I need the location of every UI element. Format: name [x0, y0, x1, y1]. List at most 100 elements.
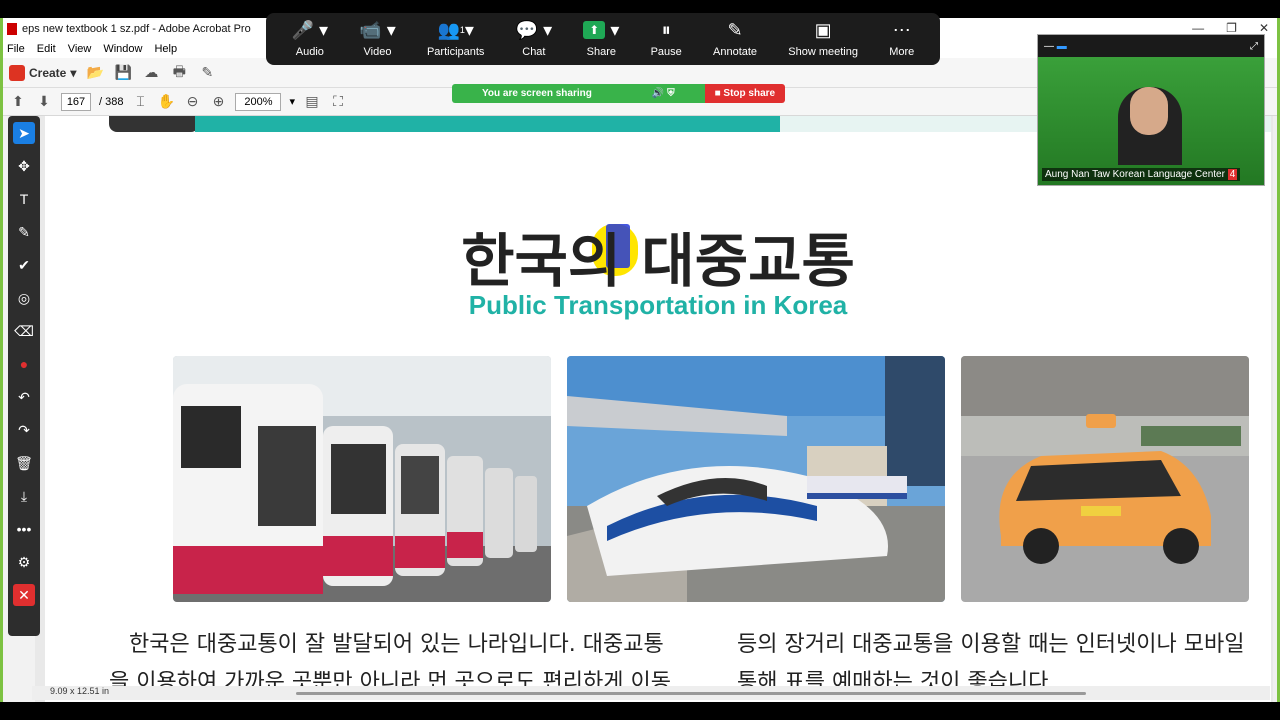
header-bar-teal: [195, 116, 780, 132]
minimize-button[interactable]: —: [1192, 21, 1204, 35]
pdf-icon: [7, 23, 17, 35]
vertical-scrollbar[interactable]: [1273, 116, 1277, 702]
create-button[interactable]: Create ▾: [9, 64, 77, 81]
create-icon: [9, 64, 25, 81]
english-title: Public Transportation in Korea: [468, 290, 848, 320]
body-text-right-1: 등의 장거리 대중교통을 이용할 때는 인터넷이나 모바일: [737, 632, 1245, 657]
show-meeting-button[interactable]: ▣ Show meeting: [788, 20, 858, 59]
bus-photo: [173, 356, 551, 602]
checkmark-icon[interactable]: ✔: [13, 254, 35, 276]
text-tool-icon[interactable]: T: [13, 188, 35, 210]
select-arrow-icon[interactable]: ➤: [13, 122, 35, 144]
participants-count: 1: [459, 25, 465, 35]
maximize-button[interactable]: ❐: [1226, 21, 1237, 35]
korean-title: 한국의 대중교통: [461, 227, 855, 295]
annotate-label: Annotate: [713, 46, 758, 58]
minimize-video-icon[interactable]: — ▬: [1044, 41, 1067, 52]
annotate-button[interactable]: ✎ Annotate: [713, 19, 758, 59]
show-meeting-label: Show meeting: [788, 46, 858, 58]
hand-tool-icon[interactable]: ✋: [157, 93, 175, 111]
video-feed: Aung Nan Taw Korean Language Center 4: [1038, 57, 1264, 185]
taxi-photo: [961, 356, 1249, 602]
previous-page-icon[interactable]: ⬆: [9, 93, 27, 111]
share-button[interactable]: ⬆ ▾ Share: [583, 20, 619, 58]
video-label: Video: [363, 46, 392, 58]
participants-button[interactable]: 👥 1 ▾ Participants: [426, 19, 485, 59]
page-size-label: 9.09 x 12.51 in: [50, 686, 110, 696]
stop-share-label: Stop share: [723, 88, 776, 99]
body-text-left-1: 한국은 대중교통이 잘 발달되어 있는 나라입니다. 대중교통: [129, 632, 664, 657]
chat-button[interactable]: 💬 ▾ Chat: [515, 19, 553, 59]
more-label: More: [889, 46, 915, 58]
zoom-in-icon[interactable]: ⊕: [209, 93, 227, 111]
save-download-icon[interactable]: ⤓: [13, 485, 35, 507]
speaker-shield-icon: 🔊 ⛨: [651, 88, 675, 99]
horizontal-scrollbar[interactable]: [296, 692, 1086, 695]
participants-icon: 👥 1 ▾: [437, 19, 474, 40]
document-area[interactable]: 한국의 대중교통 Public Transportation in Korea: [35, 116, 1273, 702]
trash-icon[interactable]: 🗑: [13, 452, 35, 474]
window-title: eps new textbook 1 sz.pdf - Adobe Acroba…: [22, 23, 251, 35]
participant-name: Aung Nan Taw Korean Language Center 4: [1042, 168, 1241, 181]
audio-button[interactable]: 🎤 ▾ Audio: [292, 20, 328, 59]
menu-edit[interactable]: Edit: [37, 43, 56, 55]
print-icon[interactable]: 🖶: [170, 63, 188, 82]
menu-help[interactable]: Help: [154, 43, 177, 55]
zoom-dropdown-icon[interactable]: ▾: [289, 95, 295, 108]
audio-label: Audio: [295, 46, 324, 58]
close-button[interactable]: ✕: [1259, 21, 1269, 35]
menu-file[interactable]: File: [7, 43, 25, 55]
menu-window[interactable]: Window: [103, 43, 142, 55]
next-page-icon[interactable]: ⬇: [35, 93, 53, 111]
annotation-tool-panel: ➤ ✥ T ✎ ✔ ◎ ⌫ ● ↶ ↷ 🗑 ⤓ ••• ⚙ ✕: [8, 116, 40, 636]
pause-label: Pause: [650, 46, 682, 58]
menu-view[interactable]: View: [68, 43, 92, 55]
more-icon: ⋯: [892, 19, 911, 40]
save-icon[interactable]: 💾: [114, 64, 132, 82]
eraser-icon[interactable]: ⌫: [13, 320, 35, 342]
more-options-icon[interactable]: •••: [13, 518, 35, 540]
chevron-down-icon: ▾: [70, 65, 77, 80]
close-annotate-icon[interactable]: ✕: [13, 584, 35, 606]
sharing-text: You are screen sharing: [482, 88, 592, 99]
fit-page-icon[interactable]: ▤: [303, 93, 321, 111]
video-thumbnail[interactable]: — ▬ ⤢ Aung Nan Taw Korean Language Cente…: [1037, 34, 1265, 186]
zoom-meeting-toolbar: 🎤 ▾ Audio 📹 ▾ Video 👥 1 ▾ Participants 💬 …: [266, 13, 940, 65]
edit-icon[interactable]: ✎: [198, 64, 216, 82]
user-settings-icon[interactable]: ⚙: [13, 551, 35, 573]
more-button[interactable]: ⋯ More: [889, 19, 915, 59]
redo-icon[interactable]: ↷: [13, 419, 35, 441]
sharing-indicator: You are screen sharing 🔊 ⛨: [452, 84, 705, 103]
select-cursor-icon[interactable]: ⌶: [131, 93, 149, 111]
participants-label: Participants: [426, 46, 485, 58]
spotlight-icon[interactable]: ◎: [13, 287, 35, 309]
header-bar-dark: [109, 116, 199, 132]
chat-label: Chat: [522, 46, 546, 58]
page-number-input[interactable]: 167: [61, 92, 91, 111]
pause-button[interactable]: ⏸ Pause: [650, 20, 682, 59]
full-screen-icon[interactable]: ⛶: [329, 93, 347, 111]
pdf-page: 한국의 대중교통 Public Transportation in Korea: [45, 116, 1271, 702]
cloud-upload-icon[interactable]: ☁: [142, 64, 160, 82]
zoom-level-input[interactable]: 200%: [235, 92, 282, 111]
color-picker-icon[interactable]: ●: [13, 353, 35, 375]
share-icon: ⬆: [583, 21, 606, 39]
stop-share-button[interactable]: ■ Stop share: [704, 84, 786, 103]
presenter-face: [1130, 87, 1168, 135]
page-total: / 388: [99, 95, 124, 108]
pencil-icon[interactable]: ✎: [13, 221, 35, 243]
train-photo: [567, 356, 945, 602]
chat-icon: 💬 ▾: [515, 19, 553, 40]
expand-video-icon[interactable]: ⤢: [1250, 41, 1258, 52]
zoom-out-icon[interactable]: ⊖: [183, 93, 201, 111]
video-button[interactable]: 📹 ▾ Video: [359, 20, 395, 59]
open-folder-icon[interactable]: 📂: [86, 64, 104, 82]
stop-icon: ■: [714, 88, 721, 99]
create-label: Create: [29, 65, 67, 80]
screen-sharing-bar: You are screen sharing 🔊 ⛨ ■ Stop share: [452, 84, 786, 103]
move-icon[interactable]: ✥: [13, 155, 35, 177]
share-label: Share: [586, 46, 617, 58]
video-panel-header: — ▬ ⤢: [1038, 35, 1264, 57]
undo-icon[interactable]: ↶: [13, 386, 35, 408]
pen-icon: ✎: [727, 19, 743, 40]
